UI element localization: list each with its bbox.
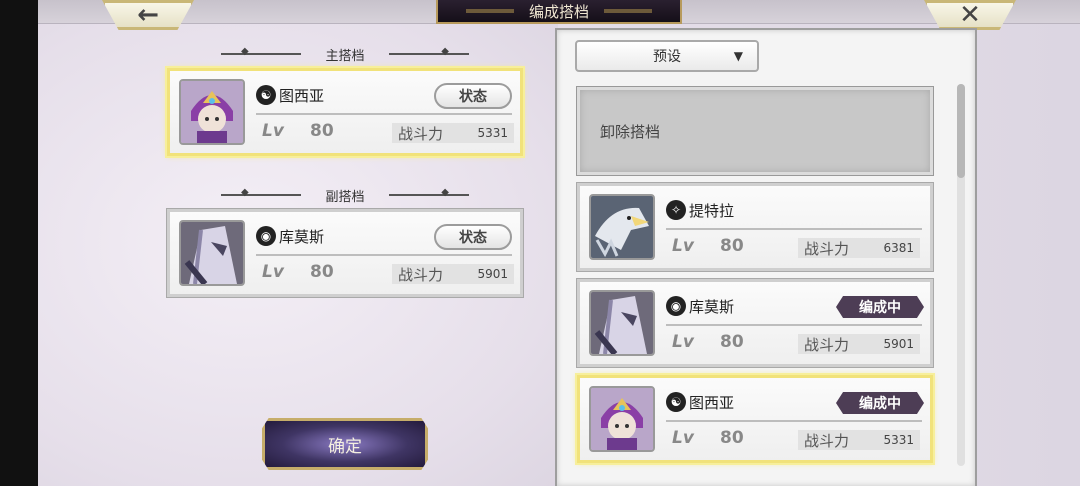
kumosi-portrait-icon xyxy=(181,222,243,284)
avatar-kumosi xyxy=(589,290,655,356)
tuxiya-portrait-icon xyxy=(181,81,243,143)
divider xyxy=(666,228,922,230)
chevron-down-icon: ▼ xyxy=(733,49,743,63)
main-partner-heading: 主搭档 xyxy=(185,44,505,64)
ornament-right xyxy=(389,46,469,57)
game-screen: ← 编成搭档 ✕ 主搭档 ☯ 图西亚 状态 Lv 80 xyxy=(0,0,1080,486)
power-box: 战斗力 5901 xyxy=(392,264,514,284)
tuxiya-portrait-icon xyxy=(591,388,653,450)
eye-element-icon: ◉ xyxy=(256,226,276,246)
avatar-kumosi xyxy=(179,220,245,286)
power-value: 5901 xyxy=(883,337,914,351)
list-item-titela[interactable]: ✧ 提特拉 Lv 80 战斗力 6381 xyxy=(577,183,933,271)
level-value: 80 xyxy=(720,332,744,352)
partner-name-row: ✧ 提特拉 xyxy=(666,198,734,222)
level-label: Lv xyxy=(672,236,694,256)
level-label: Lv xyxy=(262,121,284,141)
partner-name-row: ☯ 图西亚 xyxy=(666,390,734,414)
sub-partner-heading: 副搭档 xyxy=(185,185,505,205)
titela-portrait-icon xyxy=(591,196,653,258)
power-box: 战斗力 6381 xyxy=(798,238,920,258)
sub-partner-card[interactable]: ◉ 库莫斯 状态 Lv 80 战斗力 5901 xyxy=(167,209,523,297)
list-item-tuxiya[interactable]: ☯ 图西亚 编成中 Lv 80 战斗力 5331 xyxy=(577,375,933,463)
ornament-left xyxy=(221,187,301,198)
power-value: 6381 xyxy=(883,241,914,255)
status-button[interactable]: 状态 xyxy=(434,224,512,250)
power-label: 战斗力 xyxy=(804,335,850,354)
list-item-kumosi[interactable]: ◉ 库莫斯 编成中 Lv 80 战斗力 5901 xyxy=(577,279,933,367)
page-title: 编成搭档 xyxy=(436,0,682,24)
power-box: 战斗力 5331 xyxy=(798,430,920,450)
yin-yang-element-icon: ☯ xyxy=(256,85,276,105)
level-value: 80 xyxy=(310,262,334,282)
level-label: Lv xyxy=(672,332,694,352)
divider xyxy=(666,420,922,422)
partner-name: 图西亚 xyxy=(279,86,325,105)
partner-name: 库莫斯 xyxy=(279,227,325,246)
power-value: 5331 xyxy=(883,433,914,447)
avatar-tuxiya xyxy=(179,79,245,145)
level-value: 80 xyxy=(720,236,744,256)
preset-label: 预设 xyxy=(653,49,681,65)
partner-name-row: ☯ 图西亚 xyxy=(256,83,324,107)
power-label: 战斗力 xyxy=(804,239,850,258)
divider xyxy=(256,113,512,115)
ornament-right xyxy=(389,187,469,198)
divider xyxy=(666,324,922,326)
in-formation-badge: 编成中 xyxy=(836,392,924,414)
confirm-button[interactable]: 确定 xyxy=(262,418,428,470)
status-button[interactable]: 状态 xyxy=(434,83,512,109)
avatar-titela xyxy=(589,194,655,260)
partner-name: 提特拉 xyxy=(689,201,735,220)
power-label: 战斗力 xyxy=(398,124,444,143)
kumosi-portrait-icon xyxy=(591,292,653,354)
ornament-left xyxy=(221,46,301,57)
sub-partner-label: 副搭档 xyxy=(325,189,365,205)
scrollbar-thumb[interactable] xyxy=(957,84,965,178)
eye-element-icon: ◉ xyxy=(666,296,686,316)
partner-name-row: ◉ 库莫斯 xyxy=(666,294,734,318)
divider xyxy=(256,254,512,256)
level-label: Lv xyxy=(262,262,284,282)
power-box: 战斗力 5331 xyxy=(392,123,514,143)
main-partner-card[interactable]: ☯ 图西亚 状态 Lv 80 战斗力 5331 xyxy=(167,68,523,156)
avatar-tuxiya xyxy=(589,386,655,452)
partner-name-row: ◉ 库莫斯 xyxy=(256,224,324,248)
power-value: 5331 xyxy=(477,126,508,140)
main-partner-label: 主搭档 xyxy=(325,48,365,64)
power-label: 战斗力 xyxy=(804,431,850,450)
partner-name: 库莫斯 xyxy=(689,297,735,316)
back-arrow-icon: ← xyxy=(137,0,159,30)
scrollbar[interactable] xyxy=(957,84,965,466)
in-formation-badge: 编成中 xyxy=(836,296,924,318)
preset-dropdown[interactable]: 预设 ▼ xyxy=(575,40,759,72)
yin-yang-element-icon: ☯ xyxy=(666,392,686,412)
partner-name: 图西亚 xyxy=(689,393,735,412)
level-value: 80 xyxy=(310,121,334,141)
level-label: Lv xyxy=(672,428,694,448)
close-icon: ✕ xyxy=(959,0,981,30)
remove-partner-button[interactable]: 卸除搭档 xyxy=(577,87,933,175)
level-value: 80 xyxy=(720,428,744,448)
power-value: 5901 xyxy=(477,267,508,281)
power-label: 战斗力 xyxy=(398,265,444,284)
power-box: 战斗力 5901 xyxy=(798,334,920,354)
close-button[interactable]: ✕ xyxy=(924,0,1016,30)
star-element-icon: ✧ xyxy=(666,200,686,220)
